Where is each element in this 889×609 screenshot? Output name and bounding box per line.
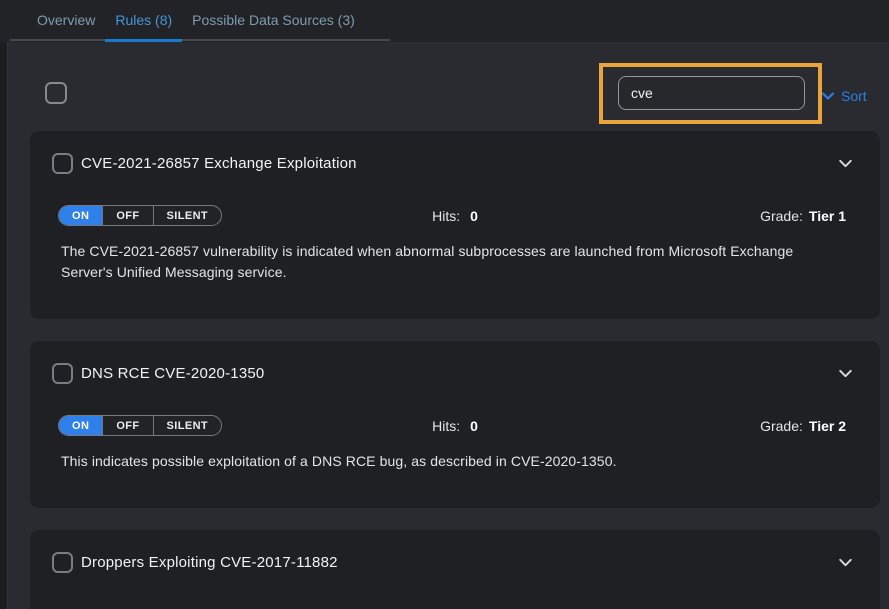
grade: Grade: Tier 2 (760, 418, 880, 434)
tab-overview[interactable]: Overview (27, 0, 105, 39)
rules-page: Overview Rules (8) Possible Data Sources… (0, 0, 889, 609)
rule-meta-row: ON OFF SILENT Hits: 0 Grade: Tier 2 (30, 415, 880, 436)
tab-rules[interactable]: Rules (8) (105, 0, 182, 42)
grade-label: Grade: (760, 418, 803, 434)
tab-bar: Overview Rules (8) Possible Data Sources… (0, 0, 889, 42)
rule-card-header[interactable]: DNS RCE CVE-2020-1350 (30, 341, 880, 384)
grade-value: Tier 2 (809, 418, 846, 434)
state-silent-button[interactable]: SILENT (154, 416, 222, 435)
rule-card: DNS RCE CVE-2020-1350 ON OFF SILENT Hits… (30, 341, 880, 508)
rule-description: The CVE-2021-26857 vulnerability is indi… (30, 241, 880, 283)
list-toolbar: Sort (0, 42, 889, 131)
state-off-button[interactable]: OFF (102, 206, 153, 225)
sort-label: Sort (841, 88, 867, 104)
grade: Grade: Tier 1 (760, 208, 880, 224)
select-all-checkbox[interactable] (45, 82, 67, 104)
state-silent-button[interactable]: SILENT (154, 206, 222, 225)
expand-chevron-icon[interactable] (837, 155, 854, 172)
rule-card-header[interactable]: CVE-2021-26857 Exchange Exploitation (30, 131, 880, 174)
tabs: Overview Rules (8) Possible Data Sources… (10, 0, 390, 41)
hits-label: Hits: (432, 418, 460, 434)
search-highlight-box (599, 63, 822, 124)
rule-meta-row: ON OFF SILENT Hits: 0 Grade: Tier 1 (30, 205, 880, 226)
hits-value: 0 (470, 418, 478, 434)
hits-label: Hits: (432, 208, 460, 224)
expand-chevron-icon[interactable] (837, 554, 854, 571)
hits-value: 0 (470, 208, 478, 224)
rule-checkbox[interactable] (52, 363, 73, 384)
state-on-button[interactable]: ON (59, 206, 102, 225)
state-toggle: ON OFF SILENT (58, 415, 222, 436)
hits: Hits: 0 (432, 415, 478, 436)
tab-possible-data-sources[interactable]: Possible Data Sources (3) (182, 0, 365, 39)
rule-description: This indicates possible exploitation of … (30, 451, 880, 472)
rule-card-header[interactable]: Droppers Exploiting CVE-2017-11882 (30, 530, 880, 573)
search-input[interactable] (618, 76, 805, 110)
sort-button[interactable]: Sort (820, 88, 867, 104)
rule-checkbox[interactable] (52, 153, 73, 174)
rule-card: Droppers Exploiting CVE-2017-11882 (30, 530, 880, 609)
state-on-button[interactable]: ON (59, 416, 102, 435)
rules-list: CVE-2021-26857 Exchange Exploitation ON … (0, 131, 889, 609)
hits: Hits: 0 (432, 205, 478, 226)
rule-card: CVE-2021-26857 Exchange Exploitation ON … (30, 131, 880, 319)
rule-title: DNS RCE CVE-2020-1350 (81, 365, 264, 382)
rule-title: CVE-2021-26857 Exchange Exploitation (81, 155, 357, 172)
grade-label: Grade: (760, 208, 803, 224)
rule-title: Droppers Exploiting CVE-2017-11882 (81, 554, 338, 571)
grade-value: Tier 1 (809, 208, 846, 224)
state-toggle: ON OFF SILENT (58, 205, 222, 226)
state-off-button[interactable]: OFF (102, 416, 153, 435)
rule-checkbox[interactable] (52, 552, 73, 573)
expand-chevron-icon[interactable] (837, 365, 854, 382)
chevron-down-icon (820, 88, 836, 104)
